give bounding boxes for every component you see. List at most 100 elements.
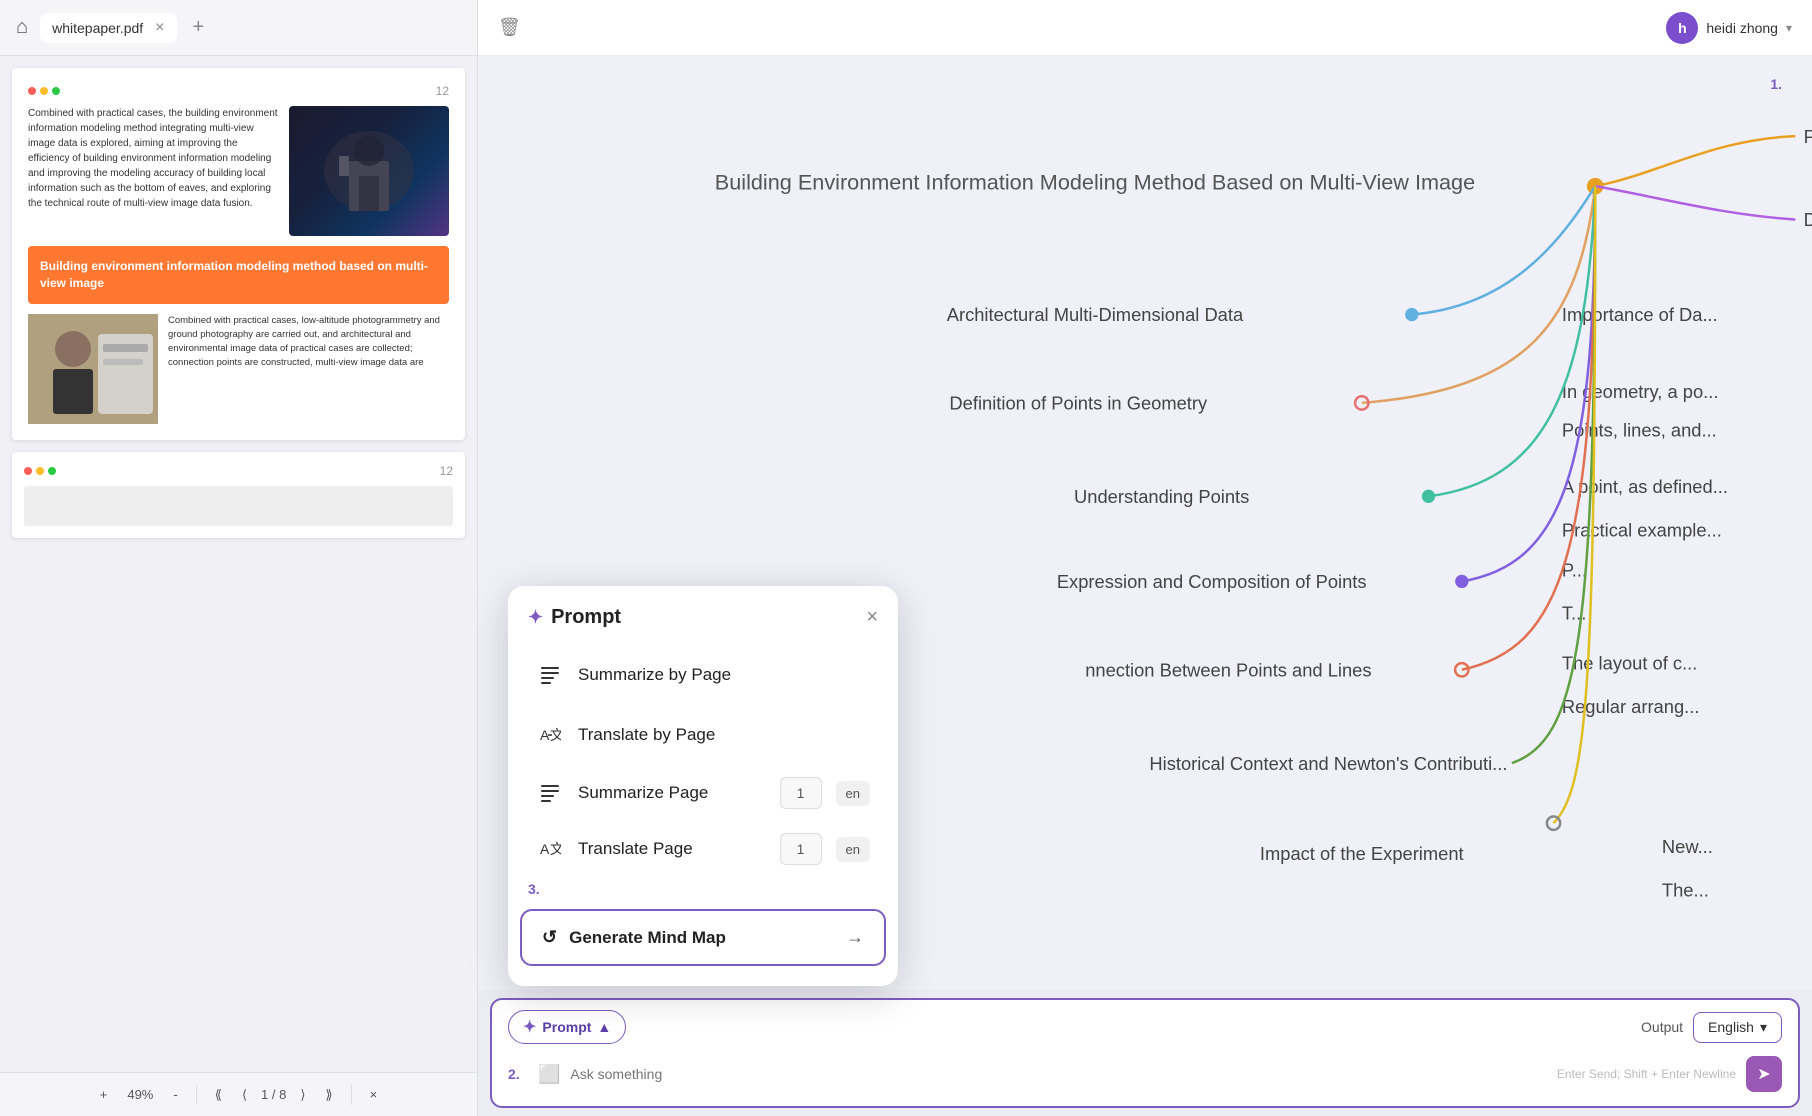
first-page-button[interactable]: ⟪ bbox=[209, 1083, 228, 1107]
node-understanding: Understanding Points bbox=[1074, 486, 1249, 507]
node-new: New... bbox=[1662, 836, 1713, 857]
generate-mindmap-label: Generate Mind Map bbox=[569, 928, 726, 948]
pdf-bottom-section: Combined with practical cases, low-altit… bbox=[28, 314, 449, 424]
pdf-person-image bbox=[28, 314, 158, 424]
input-hint-text: Enter Send; Shift + Enter Newline bbox=[1557, 1067, 1736, 1081]
zoom-level[interactable]: 49% bbox=[121, 1083, 159, 1106]
pdf-toolbar: + 49% - ⟪ ⟨ 1 / 8 ⟩ ⟫ × bbox=[0, 1072, 477, 1116]
node-definition: Definition of Points in Geometry bbox=[949, 393, 1208, 414]
prev-page-button[interactable]: ⟨ bbox=[236, 1083, 253, 1107]
branch-def bbox=[1362, 186, 1595, 403]
popup-title-text: Prompt bbox=[551, 606, 621, 629]
next-page-icon: ⟩ bbox=[300, 1087, 305, 1103]
first-page-icon: ⟪ bbox=[215, 1087, 222, 1103]
branch-understanding bbox=[1428, 186, 1595, 496]
tab-close-button[interactable]: × bbox=[155, 19, 164, 37]
right-panel: 🗑 h heidi zhong ▾ Building Environment I… bbox=[478, 0, 1812, 1116]
close-pdf-icon: × bbox=[370, 1087, 378, 1102]
zoom-in-button[interactable]: + bbox=[94, 1083, 114, 1106]
summarize-by-page-label: Summarize by Page bbox=[578, 665, 731, 685]
understanding-dot bbox=[1422, 490, 1435, 503]
tab-add-button[interactable]: + bbox=[189, 12, 209, 43]
summarize-page-num-input[interactable] bbox=[780, 777, 822, 809]
user-name: heidi zhong bbox=[1706, 20, 1778, 36]
last-page-button[interactable]: ⟫ bbox=[319, 1083, 338, 1107]
step-label-3-popup: 3. bbox=[508, 877, 898, 901]
pdf-tab-bar: ⌂ whitepaper.pdf × + bbox=[0, 0, 477, 56]
zoom-out-button[interactable]: - bbox=[167, 1083, 183, 1106]
branch-line-2 bbox=[1595, 186, 1795, 219]
step-label-1: 1. bbox=[1770, 76, 1782, 92]
next-page-button[interactable]: ⟩ bbox=[294, 1083, 311, 1107]
building-svg bbox=[319, 121, 419, 221]
generate-arrow-icon: → bbox=[846, 927, 864, 948]
list-icon-2 bbox=[539, 782, 561, 804]
generate-mindmap-button[interactable]: ↺ Generate Mind Map → bbox=[520, 909, 886, 966]
last-page-icon: ⟫ bbox=[325, 1087, 332, 1103]
node-practical-example: Practical example... bbox=[1562, 519, 1722, 540]
pdf-page-dots bbox=[28, 87, 60, 95]
pdf-content: 12 Combined with practical cases, the bu… bbox=[0, 56, 477, 1072]
popup-header: ✦ Prompt × bbox=[508, 586, 898, 645]
zoom-level-text: 49% bbox=[127, 1087, 153, 1102]
translate-by-page-label: Translate by Page bbox=[578, 725, 715, 745]
bottom-prompt-input-row: 2. ⬜ Enter Send; Shift + Enter Newline ➤ bbox=[492, 1050, 1798, 1102]
translate-by-page-item[interactable]: A 文 Translate by Page bbox=[516, 705, 890, 765]
app-container: ⌂ whitepaper.pdf × + 12 bbox=[0, 0, 1812, 1116]
translate-page-item[interactable]: A 文 Translate Page en bbox=[516, 821, 890, 877]
output-label: Output bbox=[1641, 1019, 1683, 1035]
ask-input[interactable] bbox=[570, 1066, 1546, 1082]
send-button[interactable]: ➤ bbox=[1746, 1056, 1782, 1092]
popup-title: ✦ Prompt bbox=[528, 606, 621, 629]
home-icon[interactable]: ⌂ bbox=[12, 12, 32, 43]
pdf-page-2: 12 bbox=[12, 452, 465, 538]
pdf-page1-text-content: Combined with practical cases, the build… bbox=[28, 108, 278, 209]
user-avatar: h bbox=[1666, 12, 1698, 44]
zoom-out-icon: - bbox=[173, 1087, 177, 1102]
close-pdf-button[interactable]: × bbox=[364, 1083, 384, 1106]
node-a-point: A point, as defined... bbox=[1562, 476, 1728, 497]
bottom-prompt-top: ✦ Prompt ▲ Output English ▾ bbox=[492, 1000, 1798, 1050]
mindmap-center-label: Building Environment Information Modelin… bbox=[715, 170, 1475, 195]
node-pract: Pract bbox=[1804, 126, 1812, 147]
pdf-panel: ⌂ whitepaper.pdf × + 12 bbox=[0, 0, 478, 1116]
translate-page-lang: en bbox=[836, 837, 870, 862]
pdf-page-number-1: 12 bbox=[436, 84, 449, 98]
user-menu-chevron[interactable]: ▾ bbox=[1786, 21, 1792, 35]
prompt-caret: ▲ bbox=[597, 1019, 611, 1035]
top-bar-right: h heidi zhong ▾ bbox=[1666, 12, 1792, 44]
pdf-page1-text3: Combined with practical cases, low-altit… bbox=[168, 314, 449, 424]
popup-close-button[interactable]: × bbox=[866, 606, 878, 629]
language-select[interactable]: English ▾ bbox=[1693, 1012, 1782, 1043]
node-points-lines: Points, lines, and... bbox=[1562, 419, 1717, 440]
prompt-popup: ✦ Prompt × Summarize by Page bbox=[508, 586, 898, 986]
pdf-tab-title: whitepaper.pdf bbox=[52, 20, 143, 36]
node-historical: Historical Context and Newton's Contribu… bbox=[1149, 753, 1507, 774]
summarize-by-page-item[interactable]: Summarize by Page bbox=[516, 645, 890, 705]
trash-icon[interactable]: 🗑 bbox=[498, 17, 521, 38]
expression-dot bbox=[1455, 575, 1468, 588]
summarize-page-label: Summarize Page bbox=[578, 783, 708, 803]
dot-green bbox=[52, 87, 60, 95]
image-input-icon[interactable]: ⬜ bbox=[538, 1064, 560, 1085]
pdf-page2-placeholder bbox=[24, 486, 453, 526]
pdf-page-number-2: 12 bbox=[440, 464, 453, 478]
node-importance: Importance of Da... bbox=[1562, 304, 1718, 325]
pdf-page-header-1: 12 bbox=[28, 84, 449, 98]
translate-by-page-icon: A 文 bbox=[536, 721, 564, 749]
person-svg bbox=[28, 314, 158, 424]
toolbar-sep-1 bbox=[196, 1085, 197, 1105]
prompt-toggle-button[interactable]: ✦ Prompt ▲ bbox=[508, 1010, 626, 1044]
pdf-page-body-1: Combined with practical cases, the build… bbox=[28, 106, 449, 236]
summarize-by-page-icon bbox=[536, 661, 564, 689]
dot-green-2 bbox=[48, 467, 56, 475]
translate-page-icon: A 文 bbox=[536, 835, 564, 863]
node-layout: The layout of c... bbox=[1562, 653, 1698, 674]
translate-page-num-input[interactable] bbox=[780, 833, 822, 865]
node-connection: nnection Between Points and Lines bbox=[1085, 659, 1371, 680]
list-icon-1 bbox=[539, 664, 561, 686]
pdf-highlight-text: Building environment information modelin… bbox=[40, 258, 437, 292]
summarize-page-item[interactable]: Summarize Page en bbox=[516, 765, 890, 821]
node-impact: Impact of the Experiment bbox=[1260, 843, 1464, 864]
pdf-tab[interactable]: whitepaper.pdf × bbox=[40, 13, 176, 43]
